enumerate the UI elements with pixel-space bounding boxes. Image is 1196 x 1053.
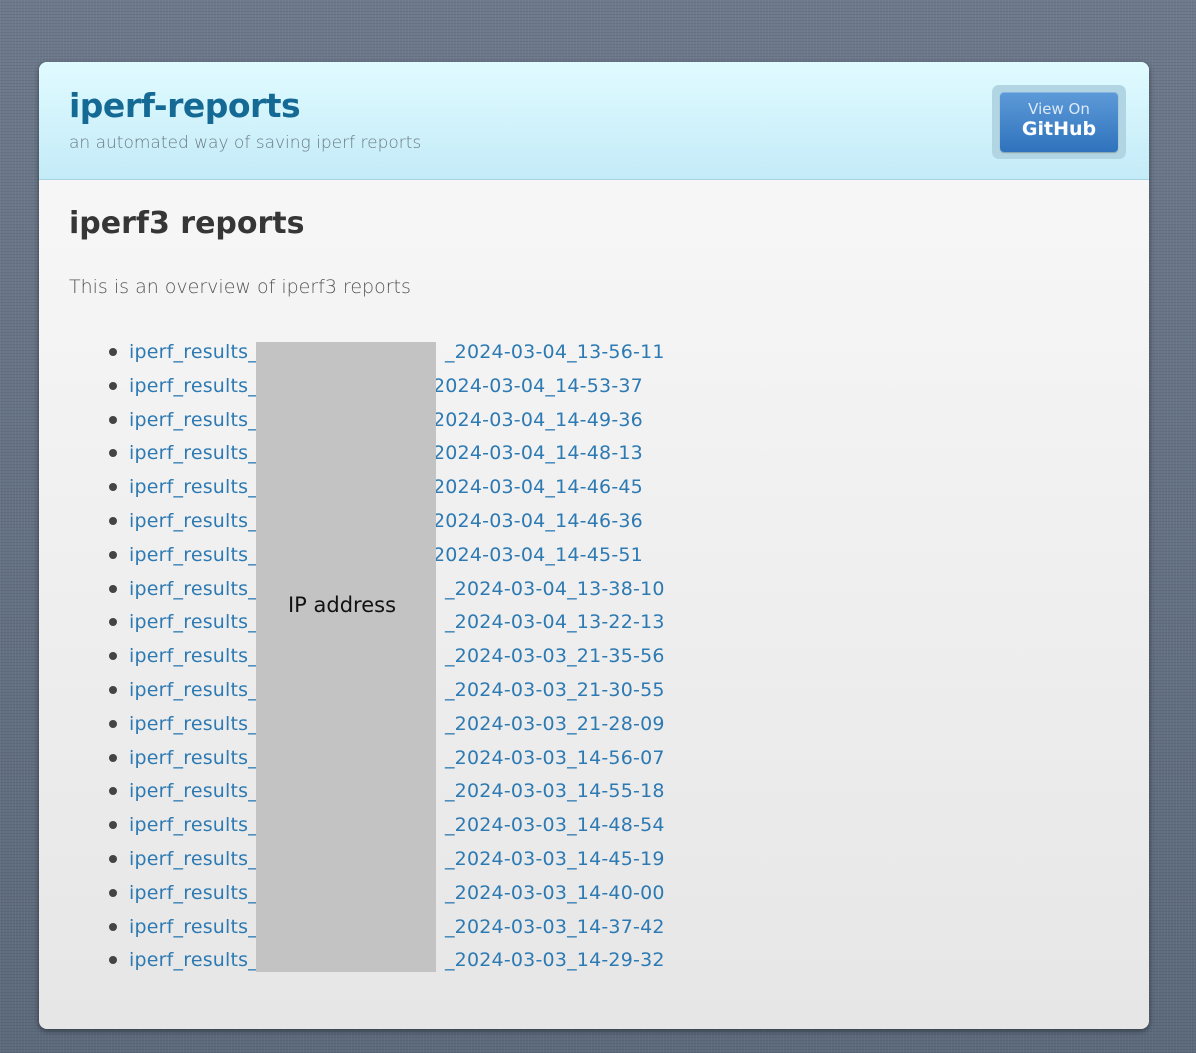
report-link-suffix: _2024-03-03_14-56-07	[444, 746, 665, 769]
report-link-suffix: _2024-03-03_21-30-55	[444, 678, 665, 701]
report-link-suffix: _2024-03-03_14-29-32	[444, 949, 665, 972]
bullet-icon	[109, 381, 117, 390]
report-link-prefix: iperf_results_	[129, 881, 258, 904]
bullet-icon	[109, 415, 117, 424]
report-link-prefix: iperf_results_	[129, 577, 258, 600]
bullet-icon	[109, 956, 117, 965]
report-link-prefix: iperf_results_	[129, 949, 258, 972]
report-link-prefix: iperf_results_	[129, 442, 258, 465]
redaction-label: IP address	[287, 593, 397, 617]
bullet-icon	[109, 753, 117, 762]
report-link-suffix: _2024-03-04_13-56-11	[444, 341, 665, 363]
report-link-prefix: iperf_results_	[129, 341, 258, 363]
report-link-suffix: _2024-03-03_14-40-00	[444, 881, 665, 904]
bullet-icon	[109, 449, 117, 458]
report-link-suffix: 2024-03-04_14-48-13	[432, 442, 643, 465]
report-link-prefix: iperf_results_	[129, 476, 258, 499]
github-button-frame: View On GitHub	[992, 85, 1126, 159]
report-link-prefix: iperf_results_	[129, 847, 258, 870]
github-button-big-label: GitHub	[1021, 118, 1097, 140]
report-link-suffix: _2024-03-03_21-28-09	[444, 712, 665, 735]
report-link-suffix: _2024-03-03_14-55-18	[444, 780, 665, 803]
view-on-github-button[interactable]: View On GitHub	[1000, 92, 1118, 152]
report-link-prefix: iperf_results_	[129, 611, 258, 634]
report-link-prefix: iperf_results_	[129, 814, 258, 837]
report-link-suffix: 2024-03-04_14-46-45	[432, 476, 643, 499]
report-link-prefix: iperf_results_	[129, 780, 258, 803]
bullet-icon	[109, 618, 117, 627]
report-link-prefix: iperf_results_	[129, 678, 258, 701]
report-link-prefix: iperf_results_	[129, 712, 258, 735]
report-link-suffix: _2024-03-03_14-37-42	[444, 915, 665, 938]
intro-text: This is an overview of iperf3 reports	[69, 276, 411, 298]
report-link-prefix: iperf_results_	[129, 408, 258, 431]
report-link-prefix: iperf_results_	[129, 374, 258, 397]
report-link-suffix: 2024-03-04_14-46-36	[432, 509, 643, 532]
report-link-prefix: iperf_results_	[129, 645, 258, 668]
bullet-icon	[109, 550, 117, 559]
report-link-suffix: _2024-03-03_14-45-19	[444, 847, 665, 870]
bullet-icon	[109, 854, 117, 863]
report-link-prefix: iperf_results_	[129, 746, 258, 769]
report-link-suffix: _2024-03-04_13-22-13	[444, 611, 665, 634]
bullet-icon	[109, 922, 117, 931]
bullet-icon	[109, 888, 117, 897]
bullet-icon	[109, 787, 117, 796]
report-link-prefix: iperf_results_	[129, 915, 258, 938]
site-header: iperf-reports an automated way of saving…	[39, 62, 1149, 180]
bullet-icon	[109, 821, 117, 830]
page-heading: iperf3 reports	[69, 206, 305, 241]
report-link-suffix: 2024-03-04_14-53-37	[432, 374, 643, 397]
report-link-prefix: iperf_results_	[129, 543, 258, 566]
bullet-icon	[109, 483, 117, 492]
github-button-small-label: View On	[1028, 100, 1090, 118]
page-card: iperf-reports an automated way of saving…	[39, 62, 1149, 1029]
bullet-icon	[109, 652, 117, 661]
report-link-suffix: _2024-03-03_14-48-54	[444, 814, 665, 837]
report-link-prefix: iperf_results_	[129, 509, 258, 532]
report-link-suffix: _2024-03-04_13-38-10	[444, 577, 665, 600]
bullet-icon	[109, 719, 117, 728]
site-title[interactable]: iperf-reports	[69, 86, 301, 126]
report-link-suffix: _2024-03-03_21-35-56	[444, 645, 665, 668]
bullet-icon	[109, 685, 117, 694]
ip-address-redaction: IP address	[256, 342, 436, 972]
bullet-icon	[109, 516, 117, 525]
report-link-suffix: 2024-03-04_14-49-36	[432, 408, 643, 431]
site-tagline: an automated way of saving iperf reports	[69, 133, 422, 153]
report-link-suffix: 2024-03-04_14-45-51	[432, 543, 643, 566]
bullet-icon	[109, 584, 117, 593]
bullet-icon	[109, 348, 117, 356]
